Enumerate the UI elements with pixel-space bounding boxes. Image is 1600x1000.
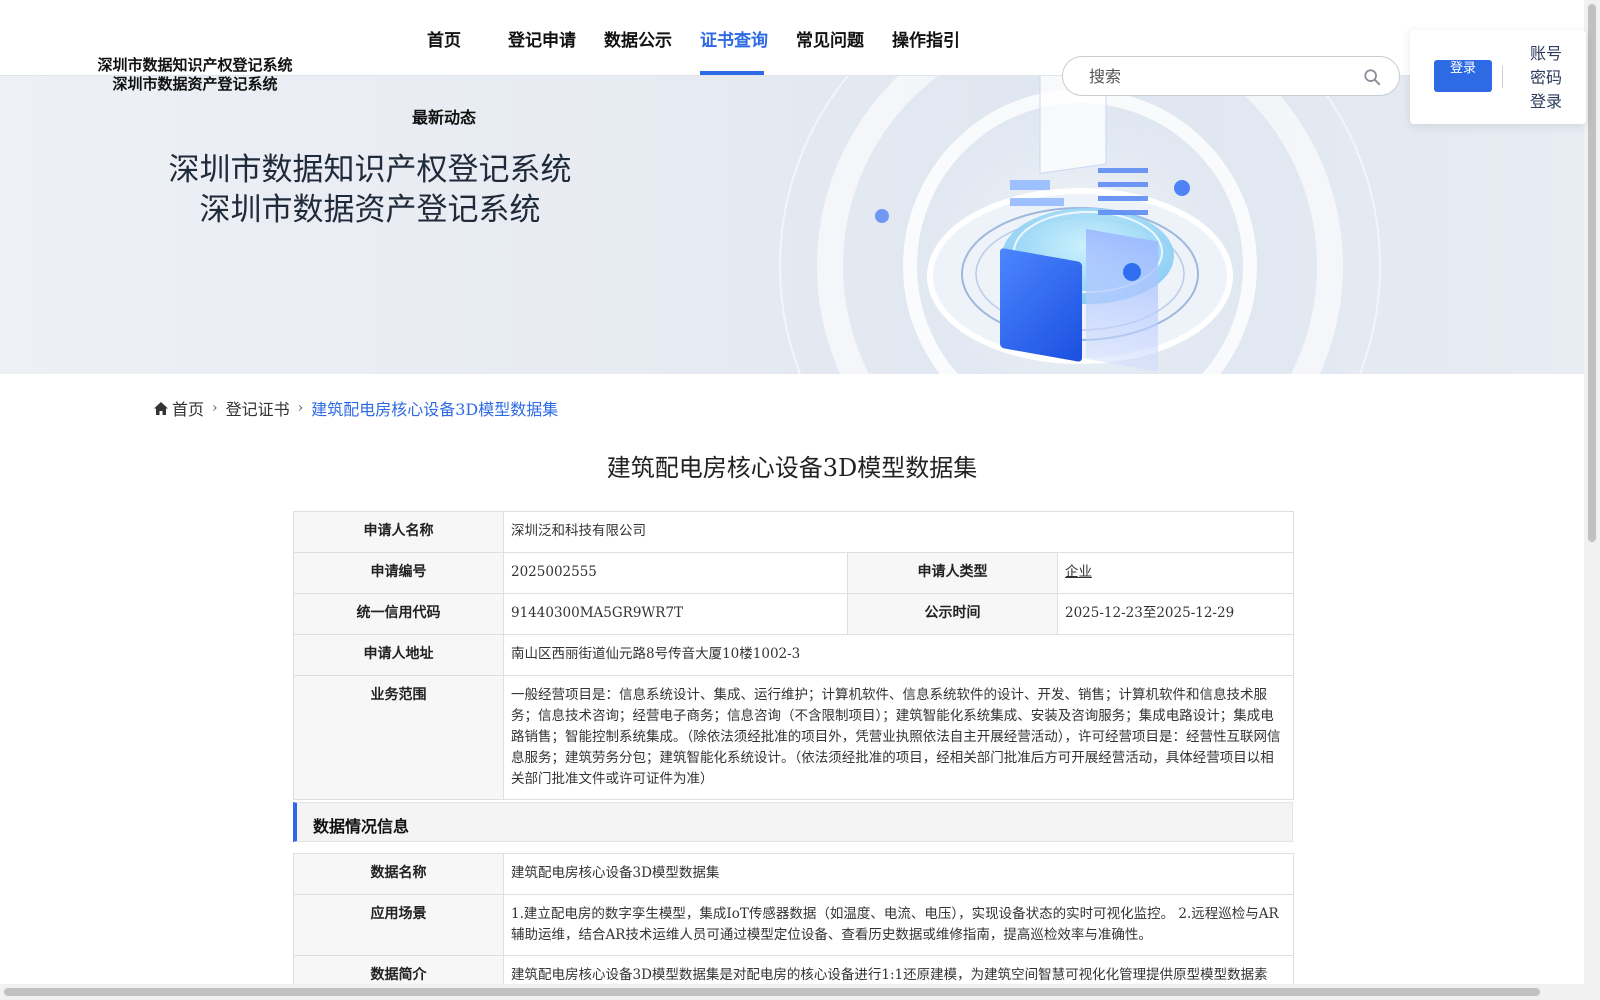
applicant-address-value: 南山区西丽街道仙元路8号传音大厦10楼1002-3	[503, 634, 1294, 676]
breadcrumb-current: 建筑配电房核心设备3D模型数据集	[311, 400, 559, 419]
credit-code-value: 91440300MA5GR9WR7T	[503, 593, 848, 635]
data-info-table: 数据名称 建筑配电房核心设备3D模型数据集 应用场景 1.建立配电房的数字孪生模…	[293, 853, 1294, 1000]
table-row: 统一信用代码 91440300MA5GR9WR7T 公示时间 2025-12-2…	[293, 593, 1294, 635]
nav-faq[interactable]: 常见问题	[796, 26, 864, 51]
home-icon	[154, 401, 168, 415]
applicant-name-value: 深圳泛和科技有限公司	[503, 511, 1294, 553]
vertical-scrollbar[interactable]	[1584, 0, 1600, 984]
applicant-type-value: 企业	[1057, 552, 1294, 594]
application-scene-label: 应用场景	[293, 894, 504, 956]
search-box	[1062, 56, 1400, 96]
hero-banner: 深圳市数据知识产权登记系统 深圳市数据资产登记系统	[0, 76, 1584, 374]
vertical-scrollbar-thumb[interactable]	[1588, 4, 1596, 542]
publicity-time-label: 公示时间	[847, 593, 1058, 635]
application-number-label: 申请编号	[293, 552, 504, 594]
nav-certificate-query[interactable]: 证书查询	[700, 26, 768, 51]
application-scene-value: 1.建立配电房的数字孪生模型，集成IoT传感器数据（如温度、电流、电压），实现设…	[503, 894, 1294, 956]
nav-register-apply[interactable]: 登记申请	[508, 26, 576, 51]
breadcrumb-home[interactable]: 首页	[172, 400, 204, 419]
login-divider	[1502, 66, 1503, 88]
publicity-time-value: 2025-12-23至2025-12-29	[1057, 593, 1294, 635]
banner-title-line-2: 深圳市数据资产登记系统	[199, 192, 541, 228]
horizontal-scrollbar-thumb[interactable]	[4, 988, 1540, 996]
breadcrumb: 首页 › 登记证书 › 建筑配电房核心设备3D模型数据集	[154, 396, 558, 420]
table-row: 申请编号 2025002555 申请人类型 企业	[293, 552, 1294, 594]
applicant-info-table: 申请人名称 深圳泛和科技有限公司 申请编号 2025002555 申请人类型 企…	[293, 511, 1294, 800]
page-title: 建筑配电房核心设备3D模型数据集	[606, 454, 978, 482]
nav-home[interactable]: 首页	[427, 26, 461, 51]
table-row: 应用场景 1.建立配电房的数字孪生模型，集成IoT传感器数据（如温度、电流、电压…	[293, 894, 1294, 956]
applicant-address-label: 申请人地址	[293, 634, 504, 676]
breadcrumb-certificates[interactable]: 登记证书	[226, 400, 290, 419]
table-row: 申请人地址 南山区西丽街道仙元路8号传音大厦10楼1002-3	[293, 634, 1294, 676]
data-info-section-header: 数据情况信息	[293, 802, 1293, 842]
page: 深圳市数据知识产权登记系统 深圳市数据资产登记系统 首页 登记申请 数据公示 证…	[0, 0, 1600, 1000]
nav-guide[interactable]: 操作指引	[892, 26, 960, 51]
logo-line-2: 深圳市数据资产登记系统	[112, 75, 278, 93]
banner-title-line-1: 深圳市数据知识产权登记系统	[168, 152, 572, 188]
application-number-value: 2025002555	[503, 552, 848, 594]
applicant-name-label: 申请人名称	[293, 511, 504, 553]
credit-code-label: 统一信用代码	[293, 593, 504, 635]
applicant-type-label: 申请人类型	[847, 552, 1058, 594]
chevron-right-icon: ›	[297, 400, 304, 416]
login-button[interactable]: 登录	[1434, 60, 1492, 92]
banner-title: 深圳市数据知识产权登记系统 深圳市数据资产登记系统	[150, 150, 590, 230]
chevron-right-icon: ›	[212, 400, 218, 416]
table-row: 申请人名称 深圳泛和科技有限公司	[293, 511, 1294, 553]
applicant-type-text: 企业	[1065, 564, 1092, 580]
password-link[interactable]: 密码	[1530, 64, 1562, 88]
nav-active-indicator	[700, 71, 764, 75]
login-link[interactable]: 登录	[1530, 88, 1562, 112]
business-scope-value: 一般经营项目是：信息系统设计、集成、运行维护；计算机软件、信息系统软件的设计、开…	[503, 675, 1294, 800]
logo-line-1: 深圳市数据知识产权登记系统	[97, 56, 293, 74]
account-link[interactable]: 账号	[1530, 40, 1562, 64]
search-icon[interactable]	[1363, 68, 1381, 86]
data-name-value: 建筑配电房核心设备3D模型数据集	[503, 853, 1294, 895]
horizontal-scrollbar[interactable]	[0, 984, 1600, 1000]
table-row: 数据名称 建筑配电房核心设备3D模型数据集	[293, 853, 1294, 895]
data-name-label: 数据名称	[293, 853, 504, 895]
login-panel: 登录 账号 密码 登录	[1410, 30, 1586, 124]
nav-latest-news[interactable]: 最新动态	[412, 104, 476, 128]
nav-data-publicity[interactable]: 数据公示	[604, 26, 672, 51]
business-scope-label: 业务范围	[293, 675, 504, 800]
table-row: 业务范围 一般经营项目是：信息系统设计、集成、运行维护；计算机软件、信息系统软件…	[293, 675, 1294, 800]
site-logo[interactable]: 深圳市数据知识产权登记系统 深圳市数据资产登记系统	[92, 56, 298, 94]
search-input[interactable]	[1089, 65, 1349, 87]
